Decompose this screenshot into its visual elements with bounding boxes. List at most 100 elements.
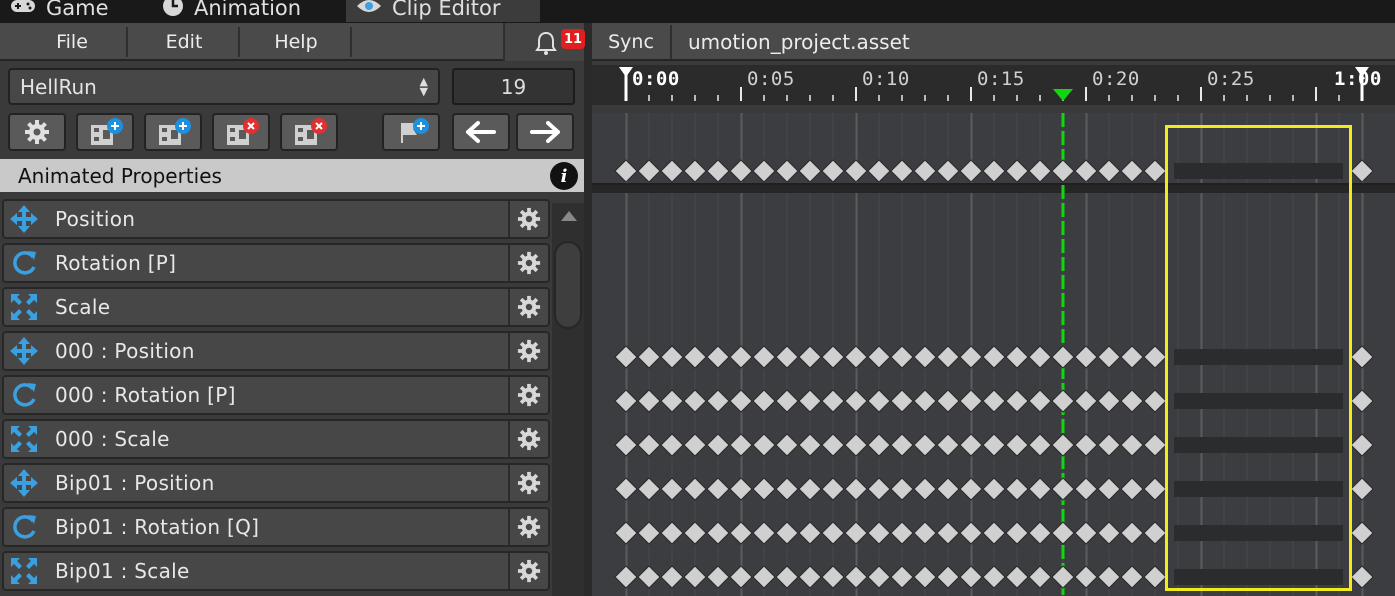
property-label: 000 : Scale [55, 427, 170, 451]
property-label: Bip01 : Position [55, 471, 215, 495]
menu-file-label: File [56, 31, 88, 53]
delete-clip-all-button[interactable] [280, 113, 338, 151]
property-list-scrollbar[interactable] [552, 203, 584, 596]
clock-icon [162, 0, 184, 22]
gear-icon [517, 251, 541, 275]
property-label: Position [55, 207, 136, 231]
tab-clip-editor-label: Clip Editor [392, 0, 501, 20]
bell-icon [535, 31, 557, 55]
move-icon [4, 333, 44, 369]
ruler-time-label: 0:10 [862, 68, 910, 90]
info-icon[interactable]: i [550, 162, 578, 190]
scrollbar-thumb[interactable] [554, 241, 582, 329]
ruler-time-label: 0:05 [747, 68, 795, 90]
gear-icon [517, 207, 541, 231]
arrow-right-icon [530, 121, 560, 143]
property-settings-button[interactable] [508, 245, 548, 281]
menu-bar: File Edit Help 11 [0, 23, 586, 61]
property-row[interactable]: Bip01 : Rotation [Q] [2, 507, 550, 547]
add-event-button[interactable] [382, 113, 440, 151]
dopesheet-tracks[interactable] [592, 113, 1395, 596]
sync-button-label: Sync [608, 31, 654, 53]
gamepad-icon [10, 0, 36, 19]
clip-dropdown[interactable]: HellRun ▲ ▼ [8, 68, 440, 105]
property-row[interactable]: 000 : Position [2, 331, 550, 371]
property-list: Position Rotation [P] Scale 000 : Position 0… [0, 197, 552, 596]
dopesheet-canvas[interactable] [592, 113, 1395, 596]
scale-icon [4, 289, 44, 325]
move-icon [4, 465, 44, 501]
gear-icon [517, 471, 541, 495]
property-settings-button[interactable] [508, 377, 548, 413]
property-settings-button[interactable] [508, 421, 548, 457]
scroll-up-icon[interactable] [561, 211, 577, 221]
tab-clip-editor[interactable]: Clip Editor [346, 0, 540, 22]
tab-animation-label: Animation [194, 0, 302, 20]
ruler-time-label: 1:00 [1334, 68, 1382, 90]
tab-game-label: Game [46, 0, 109, 20]
clip-dropdown-value: HellRun [20, 74, 97, 99]
rotate-icon [4, 377, 44, 413]
property-row[interactable]: Scale [2, 287, 550, 327]
property-row[interactable]: Bip01 : Position [2, 463, 550, 503]
gear-icon [517, 427, 541, 451]
property-settings-button[interactable] [508, 553, 548, 589]
tab-animation[interactable]: Animation [162, 0, 301, 22]
eye-icon [356, 0, 382, 20]
gear-icon [25, 120, 49, 144]
frame-number-field[interactable]: 19 [452, 68, 575, 105]
previous-frame-button[interactable] [452, 113, 510, 151]
property-label: Bip01 : Scale [55, 559, 190, 583]
notifications-button[interactable]: 11 [503, 23, 586, 61]
menu-help-label: Help [274, 31, 318, 53]
time-ruler[interactable]: 0:00 0:05 0:10 0:15 0:20 0:25 1:00 [592, 65, 1395, 105]
menu-file[interactable]: File [18, 27, 128, 57]
property-row[interactable]: Position [2, 199, 550, 239]
menu-help[interactable]: Help [242, 27, 352, 57]
property-label: 000 : Rotation [P] [55, 383, 236, 407]
delete-clip-button[interactable] [212, 113, 270, 151]
ruler-time-label: 0:15 [977, 68, 1025, 90]
clip-editor-left-panel: File Edit Help 11 HellRun ▲ ▼ 19 Animated… [0, 23, 586, 596]
gear-icon [517, 339, 541, 363]
move-icon [4, 201, 44, 237]
settings-button[interactable] [8, 113, 66, 151]
notification-badge: 11 [561, 29, 586, 49]
delete-clip-icon [227, 118, 259, 145]
property-row[interactable]: Bip01 : Scale [2, 551, 550, 591]
scale-icon [4, 553, 44, 589]
property-label: Rotation [P] [55, 251, 177, 275]
property-settings-button[interactable] [508, 509, 548, 545]
ruler-time-label: 0:20 [1092, 68, 1140, 90]
tab-game[interactable]: Game [10, 0, 109, 22]
property-row[interactable]: 000 : Rotation [P] [2, 375, 550, 415]
menu-edit-label: Edit [165, 31, 203, 53]
section-title: Animated Properties [18, 163, 222, 188]
gear-icon [517, 559, 541, 583]
add-event-icon [401, 118, 429, 143]
property-row[interactable]: 000 : Scale [2, 419, 550, 459]
gear-icon [517, 295, 541, 319]
window-tab-strip: Game Animation Clip Editor [0, 0, 1395, 23]
property-settings-button[interactable] [508, 201, 548, 237]
property-label: Scale [55, 295, 111, 319]
ruler-time-label: 0:00 [632, 68, 680, 90]
add-clip-icon [91, 118, 123, 145]
scale-icon [4, 421, 44, 457]
gear-icon [517, 515, 541, 539]
sync-button[interactable]: Sync [592, 25, 672, 59]
add-clip-copy-button[interactable] [144, 113, 202, 151]
property-settings-button[interactable] [508, 465, 548, 501]
ruler-time-label: 0:25 [1207, 68, 1255, 90]
project-file-name: umotion_project.asset [688, 30, 910, 54]
property-settings-button[interactable] [508, 333, 548, 369]
property-label: 000 : Position [55, 339, 195, 363]
property-label: Bip01 : Rotation [Q] [55, 515, 260, 539]
property-settings-button[interactable] [508, 289, 548, 325]
add-clip-button[interactable] [76, 113, 134, 151]
rotate-icon [4, 245, 44, 281]
next-frame-button[interactable] [516, 113, 574, 151]
property-row[interactable]: Rotation [P] [2, 243, 550, 283]
menu-edit[interactable]: Edit [130, 27, 240, 57]
delete-clip-icon [295, 118, 327, 145]
